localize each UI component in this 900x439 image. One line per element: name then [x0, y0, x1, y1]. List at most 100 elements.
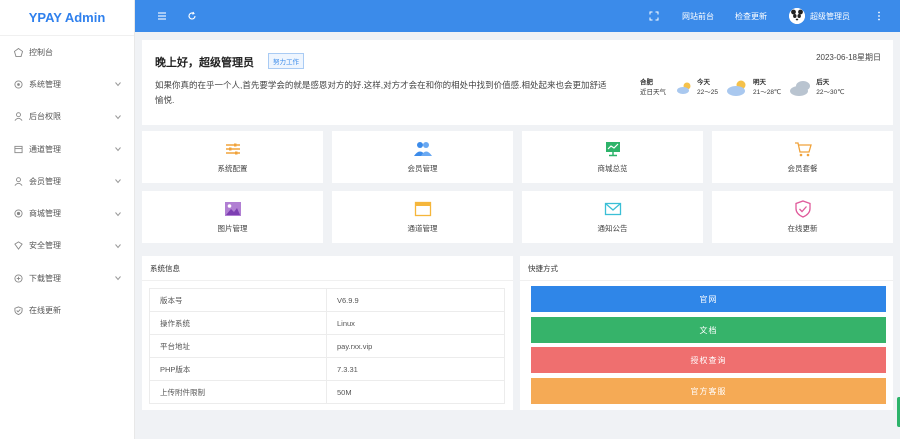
- table-row: 操作系统 Linux: [149, 311, 505, 335]
- sidebar: YPAY Admin 控制台 系统管理 后台权限 通道管理 会员管理 商城管理 …: [0, 0, 135, 439]
- partly-cloudy-icon: [726, 80, 746, 96]
- app-logo[interactable]: YPAY Admin: [0, 0, 134, 36]
- divider: [520, 280, 893, 281]
- weather-widget: 合肥 近日天气 今天 22～25 明天 21～28℃ 后天 22～30℃: [640, 78, 853, 98]
- weather-temp: 21～28℃: [752, 89, 782, 96]
- check-update-link[interactable]: 检查更新: [735, 11, 767, 22]
- weather-temp: 22～30℃: [816, 89, 845, 96]
- official-support-button[interactable]: 官方客服: [531, 378, 886, 404]
- shop-icon: [13, 208, 24, 219]
- card-title: 快捷方式: [528, 264, 558, 273]
- tile-online-update[interactable]: 在线更新: [712, 191, 893, 243]
- info-value: 7.3.31: [326, 357, 505, 381]
- shortcuts-card: 快捷方式 官网 文档 授权查询 官方客服: [520, 256, 893, 410]
- more-vertical-icon[interactable]: [872, 9, 886, 23]
- info-value: pay.rxx.vip: [326, 334, 505, 358]
- sidebar-item-label: 会员管理: [29, 176, 61, 186]
- sidebar-item-label: 在线更新: [29, 306, 61, 316]
- weather-day: 明天 21～28℃: [726, 78, 781, 98]
- sidebar-item-label: 安全管理: [29, 241, 61, 251]
- docs-button[interactable]: 文档: [531, 317, 886, 343]
- gear-icon: [13, 79, 24, 90]
- tile-label: 通知公告: [597, 224, 628, 233]
- table-row: 上传附件限制 50M: [149, 380, 505, 404]
- update-icon: [13, 305, 24, 316]
- menu-toggle-icon[interactable]: [155, 9, 169, 23]
- weather-city: 合肥 近日天气: [640, 78, 666, 98]
- avatar[interactable]: [789, 8, 805, 24]
- system-info-card: 系统信息 版本号 V6.9.9 操作系统 Linux 平台地址 pay.rxx.vip…: [142, 256, 513, 410]
- channel-icon: [13, 144, 24, 155]
- info-value: V6.9.9: [326, 288, 505, 312]
- fullscreen-icon[interactable]: [647, 9, 661, 23]
- tile-label: 会员套餐: [787, 164, 818, 173]
- sidebar-item-label: 通道管理: [29, 144, 61, 154]
- tile-label: 系统配置: [217, 164, 248, 173]
- dashboard-icon: [13, 47, 24, 58]
- sidebar-item-label: 后台权限: [29, 112, 61, 122]
- sidebar-item-dashboard[interactable]: 控制台: [0, 36, 134, 68]
- info-key: 版本号: [149, 288, 327, 312]
- chevron-down-icon: [114, 113, 122, 121]
- tile-label: 商城总览: [597, 164, 628, 173]
- current-date: 2023-06-18星期日: [816, 53, 881, 62]
- tile-label: 在线更新: [787, 224, 818, 233]
- weather-day-label: 后天: [816, 79, 830, 86]
- tile-image-management[interactable]: 图片管理: [142, 191, 323, 243]
- site-frontend-link[interactable]: 网站前台: [682, 11, 714, 22]
- sidebar-item-system[interactable]: 系统管理: [0, 68, 134, 100]
- download-icon: [13, 273, 24, 284]
- tile-notice[interactable]: 通知公告: [522, 191, 703, 243]
- info-key: PHP版本: [149, 357, 327, 381]
- sidebar-item-label: 商城管理: [29, 209, 61, 219]
- top-header: 网站前台 检查更新 超级管理员: [135, 0, 900, 32]
- sidebar-item-online-update[interactable]: 在线更新: [0, 294, 134, 326]
- chevron-down-icon: [114, 274, 122, 282]
- sidebar-item-label: 控制台: [29, 47, 53, 57]
- chevron-down-icon: [114, 177, 122, 185]
- license-query-button[interactable]: 授权查询: [531, 347, 886, 373]
- sliders-icon: [223, 140, 243, 158]
- window-icon: [413, 200, 433, 218]
- weather-temp: 22～25: [697, 89, 718, 96]
- info-key: 操作系统: [149, 311, 327, 335]
- divider: [142, 280, 513, 281]
- security-icon: [13, 240, 24, 251]
- sidebar-item-admin-permission[interactable]: 后台权限: [0, 101, 134, 133]
- chevron-down-icon: [114, 242, 122, 250]
- card-title: 系统信息: [150, 264, 180, 273]
- city-subtitle: 近日天气: [640, 89, 666, 96]
- info-value: 50M: [326, 380, 505, 404]
- info-value: Linux: [326, 311, 505, 335]
- refresh-icon[interactable]: [185, 9, 199, 23]
- tile-channel-management[interactable]: 通道管理: [332, 191, 513, 243]
- sidebar-item-channel[interactable]: 通道管理: [0, 133, 134, 165]
- tile-system-config[interactable]: 系统配置: [142, 131, 323, 183]
- sidebar-item-security[interactable]: 安全管理: [0, 230, 134, 262]
- shield-check-icon: [793, 200, 813, 218]
- table-row: 版本号 V6.9.9: [149, 288, 505, 312]
- sidebar-item-label: 下载管理: [29, 273, 61, 283]
- cart-icon: [793, 140, 813, 158]
- tile-label: 图片管理: [217, 224, 248, 233]
- tile-member-management[interactable]: 会员管理: [332, 131, 513, 183]
- weather-day: 后天 22～30℃: [789, 78, 845, 98]
- welcome-card: 晚上好，超级管理员 努力工作 2023-06-18星期日 如果你真的在乎一个人,…: [142, 40, 893, 125]
- sidebar-item-shop[interactable]: 商城管理: [0, 197, 134, 229]
- info-key: 平台地址: [149, 334, 327, 358]
- tile-store-overview[interactable]: 商城总览: [522, 131, 703, 183]
- status-badge: 努力工作: [268, 53, 304, 69]
- tile-member-package[interactable]: 会员套餐: [712, 131, 893, 183]
- chevron-down-icon: [114, 80, 122, 88]
- user-icon: [13, 111, 24, 122]
- sidebar-item-label: 系统管理: [29, 79, 61, 89]
- sidebar-item-download[interactable]: 下载管理: [0, 262, 134, 294]
- tile-label: 会员管理: [407, 164, 438, 173]
- weather-day-label: 今天: [697, 79, 710, 86]
- table-row: 平台地址 pay.rxx.vip: [149, 334, 505, 358]
- official-site-button[interactable]: 官网: [531, 286, 886, 312]
- sidebar-item-member[interactable]: 会员管理: [0, 165, 134, 197]
- cloud-icon: [790, 81, 811, 96]
- header-left: [135, 9, 647, 23]
- username[interactable]: 超级管理员: [810, 11, 850, 22]
